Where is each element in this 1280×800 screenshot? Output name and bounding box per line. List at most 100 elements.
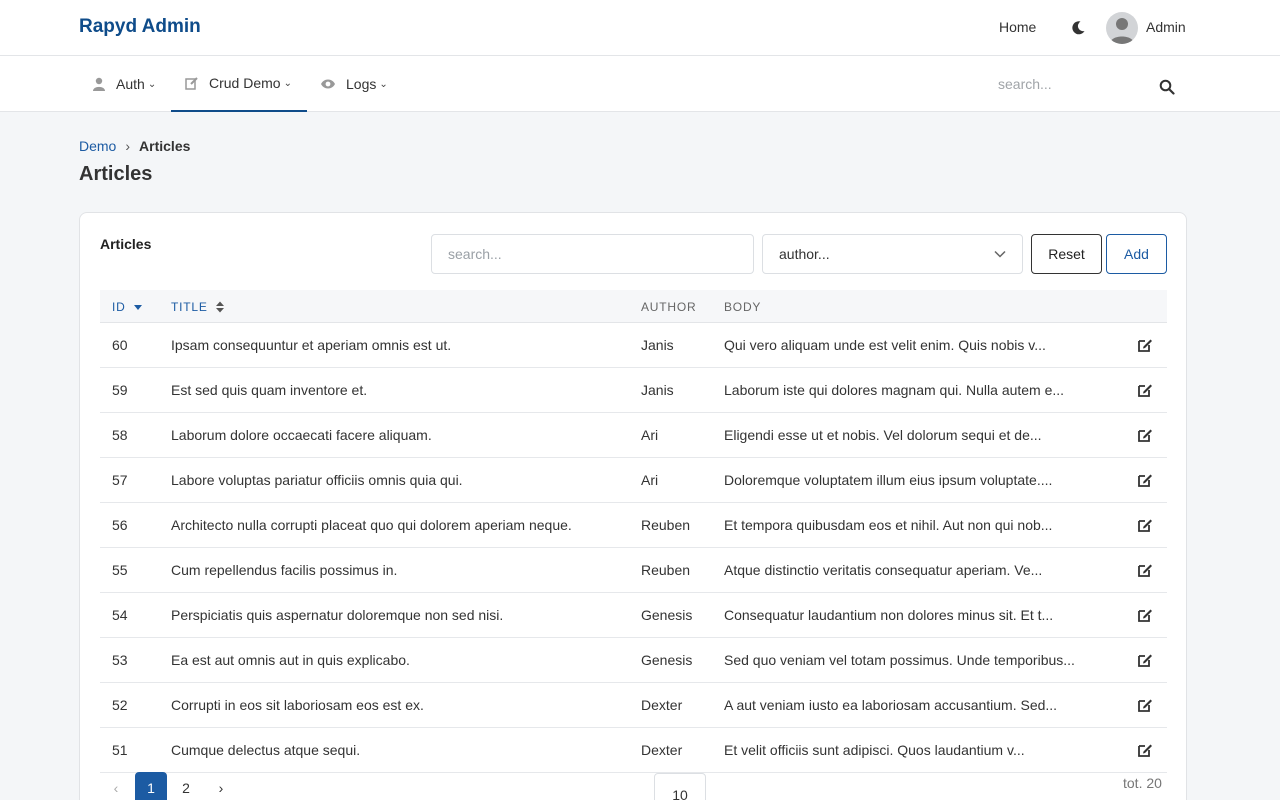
cell-author: Genesis: [641, 607, 693, 623]
table-header: ID TITLE AUTHOR BODY: [100, 290, 1167, 323]
cell-id: 55: [112, 562, 128, 578]
cell-author: Ari: [641, 427, 659, 443]
articles-card: Articles author... Reset Add ID TITLE AU…: [79, 212, 1187, 800]
nav-item-logs[interactable]: Logs ⌄: [320, 56, 388, 112]
card-title: Articles: [100, 236, 152, 252]
table-row: 60 Ipsam consequuntur et aperiam omnis es…: [100, 323, 1167, 368]
table-row: 52 Corrupti in eos sit laboriosam eos est…: [100, 683, 1167, 728]
cell-id: 51: [112, 742, 128, 758]
author-select-value: author...: [779, 246, 830, 262]
table-row: 56 Architecto nulla corrupti placeat quo …: [100, 503, 1167, 548]
cell-body: Doloremque voluptatem illum eius ipsum v…: [724, 472, 1053, 488]
cell-body: Consequatur laudantium non dolores minus…: [724, 607, 1054, 623]
user-avatar-icon: [1110, 18, 1134, 44]
edit-icon[interactable]: [1137, 562, 1153, 578]
reset-button[interactable]: Reset: [1031, 234, 1102, 274]
table-row: 55 Cum repellendus facilis possimus in. Re…: [100, 548, 1167, 593]
table-row: 53 Ea est aut omnis aut in quis explicabo…: [100, 638, 1167, 683]
cell-title: Corrupti in eos sit laboriosam eos est e…: [171, 697, 424, 713]
column-header-author: AUTHOR: [641, 300, 697, 314]
cell-id: 54: [112, 607, 128, 623]
author-select[interactable]: author...: [762, 234, 1023, 274]
cell-id: 53: [112, 652, 128, 668]
table-body: 60 Ipsam consequuntur et aperiam omnis es…: [100, 323, 1167, 773]
cell-author: Janis: [641, 382, 674, 398]
page-button-1[interactable]: 1: [135, 772, 167, 800]
brand-logo[interactable]: Rapyd Admin: [79, 16, 201, 38]
cell-id: 60: [112, 337, 128, 353]
main-nav: Auth ⌄ Crud Demo ⌄ Logs ⌄: [0, 56, 1280, 112]
cell-body: Et tempora quibusdam eos et nihil. Aut n…: [724, 517, 1053, 533]
edit-icon[interactable]: [1137, 697, 1153, 713]
total-count: tot. 20: [1123, 775, 1162, 791]
per-page-select[interactable]: 10: [654, 773, 706, 800]
cell-body: Laborum iste qui dolores magnam qui. Nul…: [724, 382, 1065, 398]
nav-item-crud-demo[interactable]: Crud Demo ⌄: [171, 56, 307, 112]
nav-item-auth[interactable]: Auth ⌄: [92, 56, 156, 112]
global-search-input[interactable]: [998, 76, 1148, 92]
cell-title: Labore voluptas pariatur officiis omnis …: [171, 472, 463, 488]
chevron-down-icon: ⌄: [379, 78, 388, 90]
cell-author: Dexter: [641, 742, 683, 758]
table-row: 59 Est sed quis quam inventore et. Janis La…: [100, 368, 1167, 413]
add-button[interactable]: Add: [1106, 234, 1167, 274]
chevron-down-icon: [994, 250, 1006, 258]
nav-item-label: Auth: [116, 76, 145, 92]
sort-desc-icon: [133, 305, 142, 310]
breadcrumb-link-demo[interactable]: Demo: [79, 138, 116, 154]
table-row: 57 Labore voluptas pariatur officiis omni…: [100, 458, 1167, 503]
cell-title: Ipsam consequuntur et aperiam omnis est …: [171, 337, 452, 353]
breadcrumb-current: Articles: [139, 138, 191, 154]
page-button-2[interactable]: 2: [170, 772, 202, 800]
cell-author: Genesis: [641, 652, 693, 668]
breadcrumb: Demo › Articles: [79, 138, 190, 154]
search-icon[interactable]: [1159, 79, 1175, 95]
edit-icon[interactable]: [1137, 517, 1153, 533]
column-header-id[interactable]: ID: [112, 300, 143, 314]
column-header-title[interactable]: TITLE: [171, 300, 225, 314]
user-icon: [92, 77, 106, 91]
cell-body: Atque distinctio veritatis consequatur a…: [724, 562, 1043, 578]
edit-icon[interactable]: [1137, 607, 1153, 623]
prev-page-button[interactable]: ‹: [100, 772, 132, 800]
cell-author: Ari: [641, 472, 659, 488]
cell-id: 56: [112, 517, 128, 533]
edit-icon[interactable]: [1137, 472, 1153, 488]
cell-author: Janis: [641, 337, 674, 353]
edit-icon[interactable]: [1137, 742, 1153, 758]
cell-id: 59: [112, 382, 128, 398]
cell-title: Cumque delectus atque sequi.: [171, 742, 361, 758]
column-label: TITLE: [171, 300, 208, 314]
moon-icon[interactable]: [1070, 20, 1086, 36]
table-row: 51 Cumque delectus atque sequi. Dexter Et v…: [100, 728, 1167, 773]
edit-icon[interactable]: [1137, 427, 1153, 443]
cell-title: Est sed quis quam inventore et.: [171, 382, 368, 398]
column-label: ID: [112, 300, 126, 314]
cell-title: Architecto nulla corrupti placeat quo qu…: [171, 517, 572, 533]
page-title: Articles: [79, 163, 153, 185]
next-page-button[interactable]: ›: [205, 772, 237, 800]
cell-title: Cum repellendus facilis possimus in.: [171, 562, 398, 578]
home-link[interactable]: Home: [999, 19, 1036, 35]
user-name[interactable]: Admin: [1146, 19, 1186, 35]
chevron-down-icon: ⌄: [147, 78, 157, 90]
eye-icon: [320, 78, 336, 90]
edit-icon[interactable]: [1137, 337, 1153, 353]
articles-table: ID TITLE AUTHOR BODY 60 Ipsam consequuntu…: [100, 290, 1167, 773]
top-bar: Rapyd Admin Home Admin: [0, 0, 1280, 56]
chevron-down-icon: ⌄: [283, 77, 292, 89]
avatar[interactable]: [1106, 12, 1138, 44]
cell-body: Qui vero aliquam unde est velit enim. Qu…: [724, 337, 1046, 353]
cell-body: Eligendi esse ut et nobis. Vel dolorum s…: [724, 427, 1042, 443]
edit-icon[interactable]: [1137, 382, 1153, 398]
cell-id: 57: [112, 472, 128, 488]
cell-author: Reuben: [641, 517, 691, 533]
cell-title: Perspiciatis quis aspernatur doloremque …: [171, 607, 504, 623]
cell-body: A aut veniam iusto ea laboriosam accusan…: [724, 697, 1058, 713]
edit-icon[interactable]: [1137, 652, 1153, 668]
articles-search-input[interactable]: [431, 234, 754, 274]
cell-title: Ea est aut omnis aut in quis explicabo.: [171, 652, 410, 668]
nav-item-label: Crud Demo: [209, 75, 281, 91]
table-row: 54 Perspiciatis quis aspernatur doloremqu…: [100, 593, 1167, 638]
column-header-body: BODY: [724, 300, 762, 314]
